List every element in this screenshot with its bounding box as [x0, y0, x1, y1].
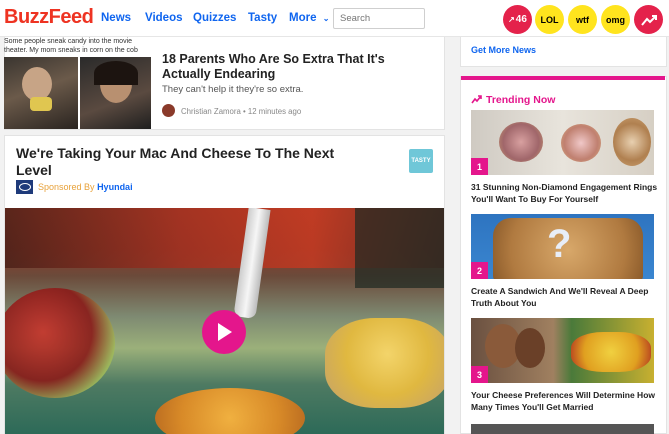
article-1-thumb-right[interactable]	[80, 57, 151, 129]
sponsored-prefix: Sponsored By	[38, 182, 95, 192]
tasty-badge[interactable]: TASTY	[409, 149, 433, 173]
previous-article-caption: Some people sneak candy into the movie t…	[4, 38, 138, 54]
trending-2-rank: 2	[471, 262, 488, 279]
badge-wtf[interactable]: wtf	[568, 5, 597, 34]
get-more-news-link[interactable]: Get More News	[471, 45, 536, 55]
trending-2-image[interactable]: ? 2	[471, 214, 654, 279]
badge-omg[interactable]: omg	[601, 5, 630, 34]
video-thumbnail[interactable]	[5, 208, 444, 434]
hyundai-logo-icon[interactable]	[16, 180, 33, 194]
trending-4-image-partial[interactable]	[471, 424, 654, 434]
badge-omg-label: omg	[606, 14, 625, 25]
chevron-down-icon: ⌄	[322, 14, 330, 23]
trending-arrow-icon	[640, 14, 657, 26]
ring-shape	[499, 122, 543, 162]
trending-now-heading: Trending Now	[486, 94, 556, 106]
author-name[interactable]: Christian Zamora	[181, 107, 241, 116]
play-icon	[218, 323, 232, 341]
badge-wtf-label: wtf	[576, 14, 589, 25]
author-avatar[interactable]	[162, 104, 175, 117]
trending-3-image[interactable]: 3	[471, 318, 654, 383]
nav-more-label: More	[289, 12, 317, 24]
nav-videos[interactable]: Videos	[145, 12, 183, 24]
grapes-bowl	[5, 288, 115, 398]
nav-news[interactable]: News	[101, 12, 131, 24]
buzzfeed-logo[interactable]: BuzzFeed	[4, 6, 94, 29]
sponsored-line: Sponsored By Hyundai	[38, 182, 133, 192]
face-shape	[22, 67, 52, 101]
play-button[interactable]	[202, 310, 246, 354]
publish-time: 12 minutes ago	[247, 107, 302, 116]
trending-1-rank: 1	[471, 158, 488, 175]
trending-icon	[471, 95, 482, 104]
badge-trending[interactable]	[634, 5, 663, 34]
face-shape	[515, 328, 545, 368]
hair-shape	[94, 61, 138, 85]
badge-lol[interactable]: LOL	[535, 5, 564, 34]
nav-quizzes[interactable]: Quizzes	[193, 12, 236, 24]
search-input[interactable]	[333, 8, 425, 29]
article-1-thumb-left[interactable]	[4, 57, 78, 129]
sponsor-name[interactable]: Hyundai	[97, 182, 133, 192]
badge-trending-count[interactable]: ↗ 46	[503, 5, 532, 34]
trending-1-title[interactable]: 31 Stunning Non-Diamond Engagement Rings…	[471, 181, 661, 205]
trending-1-image[interactable]: 1	[471, 110, 654, 175]
article-1-subtitle: They can't help it they're so extra.	[162, 84, 304, 95]
tasty-badge-label: TASTY	[411, 158, 431, 164]
top-navigation-bar: BuzzFeed News Videos Quizzes Tasty More …	[0, 0, 669, 37]
article-1-title[interactable]: 18 Parents Who Are So Extra That It's Ac…	[162, 52, 432, 82]
nav-tasty[interactable]: Tasty	[248, 12, 277, 24]
cheese-shape	[571, 332, 651, 372]
background-dark-area	[355, 208, 444, 288]
article-2-title[interactable]: We're Taking Your Mac And Cheese To The …	[16, 145, 346, 179]
badge-count-label: 46	[515, 14, 527, 25]
trending-3-rank: 3	[471, 366, 488, 383]
chips-bowl	[325, 318, 444, 408]
trending-3-title[interactable]: Your Cheese Preferences Will Determine H…	[471, 389, 661, 413]
corn-shape	[30, 97, 52, 111]
trending-2-title[interactable]: Create A Sandwich And We'll Reveal A Dee…	[471, 285, 661, 309]
mac-and-cheese-plate	[155, 388, 305, 434]
nav-more[interactable]: More ⌄	[289, 12, 329, 24]
trending-up-icon: ↗	[508, 15, 515, 24]
ring-shape	[561, 124, 601, 162]
article-1-byline: Christian Zamora • 12 minutes ago	[181, 107, 301, 116]
ring-shape	[613, 118, 651, 166]
badge-lol-label: LOL	[540, 14, 559, 25]
question-mark-icon: ?	[547, 222, 572, 266]
trending-accent-bar	[461, 76, 665, 80]
